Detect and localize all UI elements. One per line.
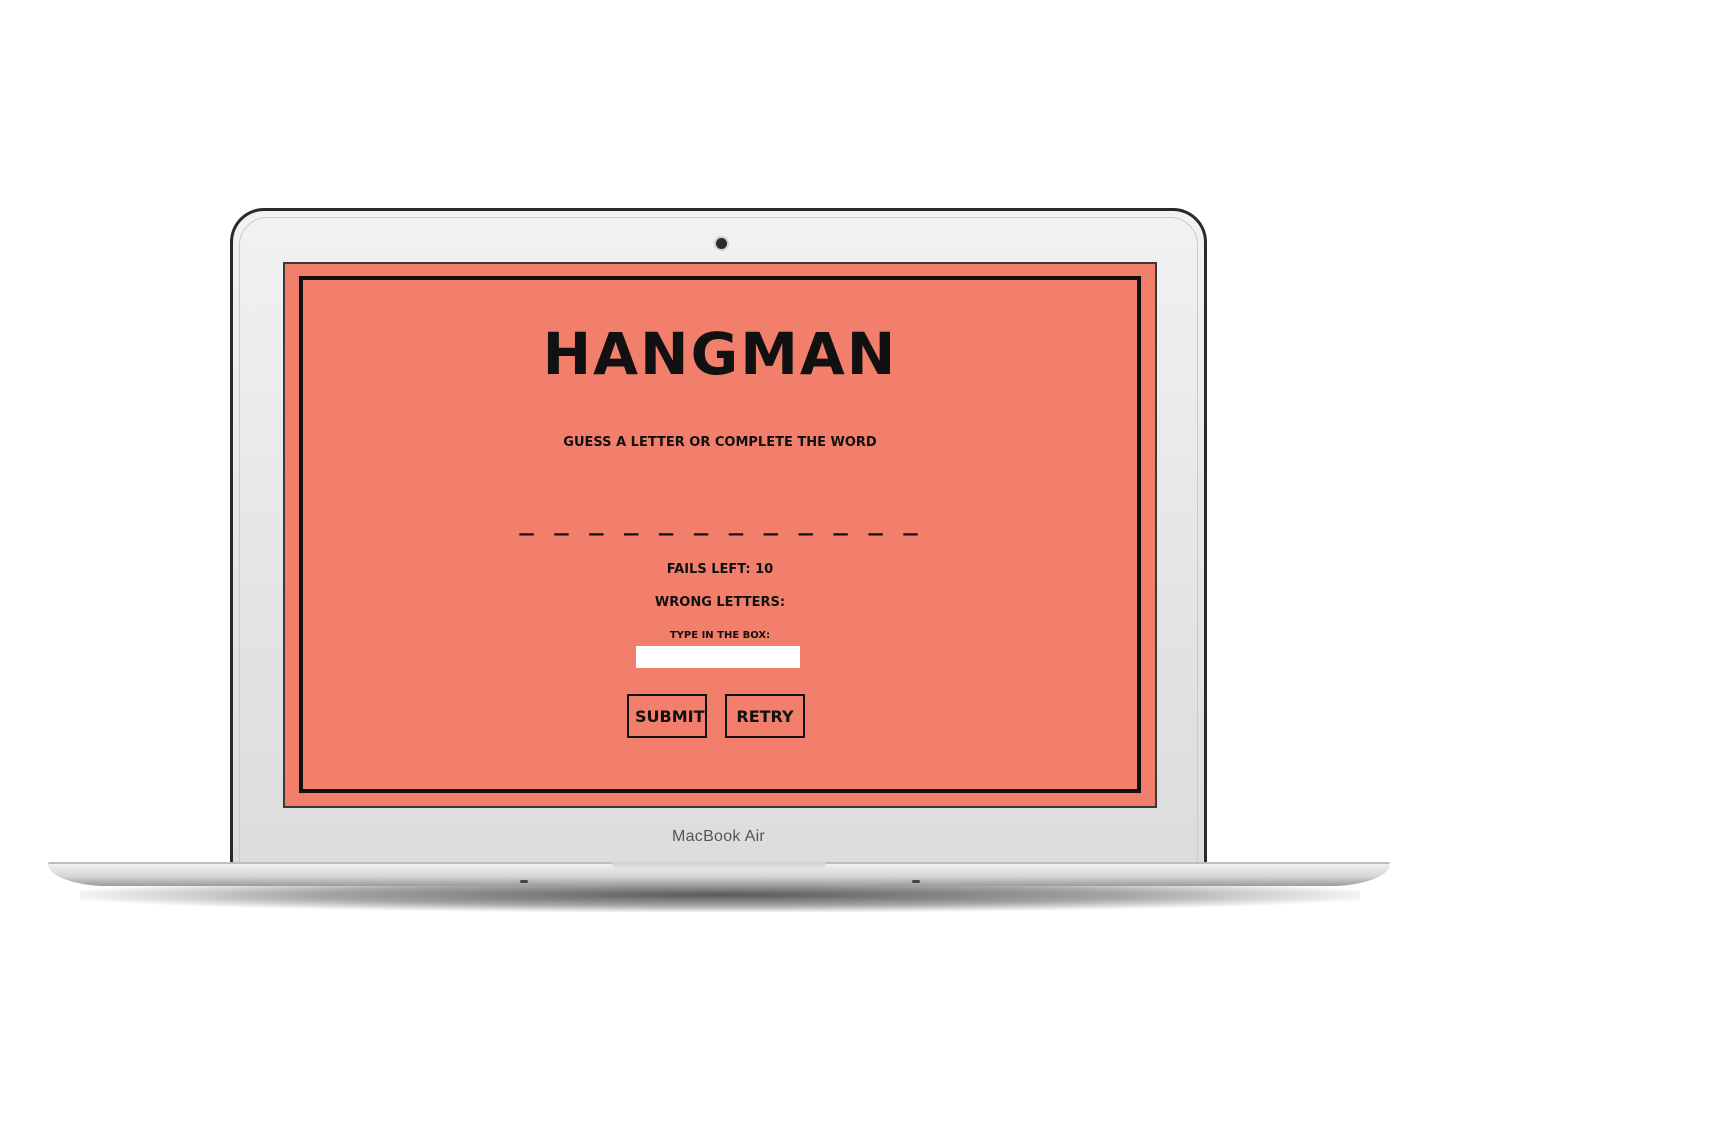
- game-frame: HANGMAN Guess a letter or complete the w…: [299, 276, 1141, 793]
- instruction-text: Guess a letter or complete the word: [563, 435, 877, 450]
- camera-icon: [716, 238, 727, 249]
- laptop-foot: [912, 880, 920, 883]
- input-label: Type in the box:: [669, 630, 771, 641]
- submit-button[interactable]: Submit: [627, 694, 707, 738]
- app-screen: HANGMAN Guess a letter or complete the w…: [283, 262, 1157, 808]
- page-title: HANGMAN: [542, 320, 898, 388]
- product-mockup: MacBook Air HANGMAN Guess a letter or co…: [0, 0, 1734, 1124]
- fails-left-counter: Fails left: 10: [666, 562, 774, 577]
- device-brand-label: MacBook Air: [671, 828, 766, 845]
- lid-opening-notch: [612, 862, 826, 870]
- laptop-foot: [520, 880, 528, 883]
- wrong-letters-label: Wrong letters:: [654, 595, 786, 610]
- word-placeholder: _ _ _ _ _ _ _ _ _ _ _ _: [519, 508, 921, 536]
- retry-button[interactable]: Retry: [725, 694, 805, 738]
- guess-input[interactable]: [636, 646, 800, 668]
